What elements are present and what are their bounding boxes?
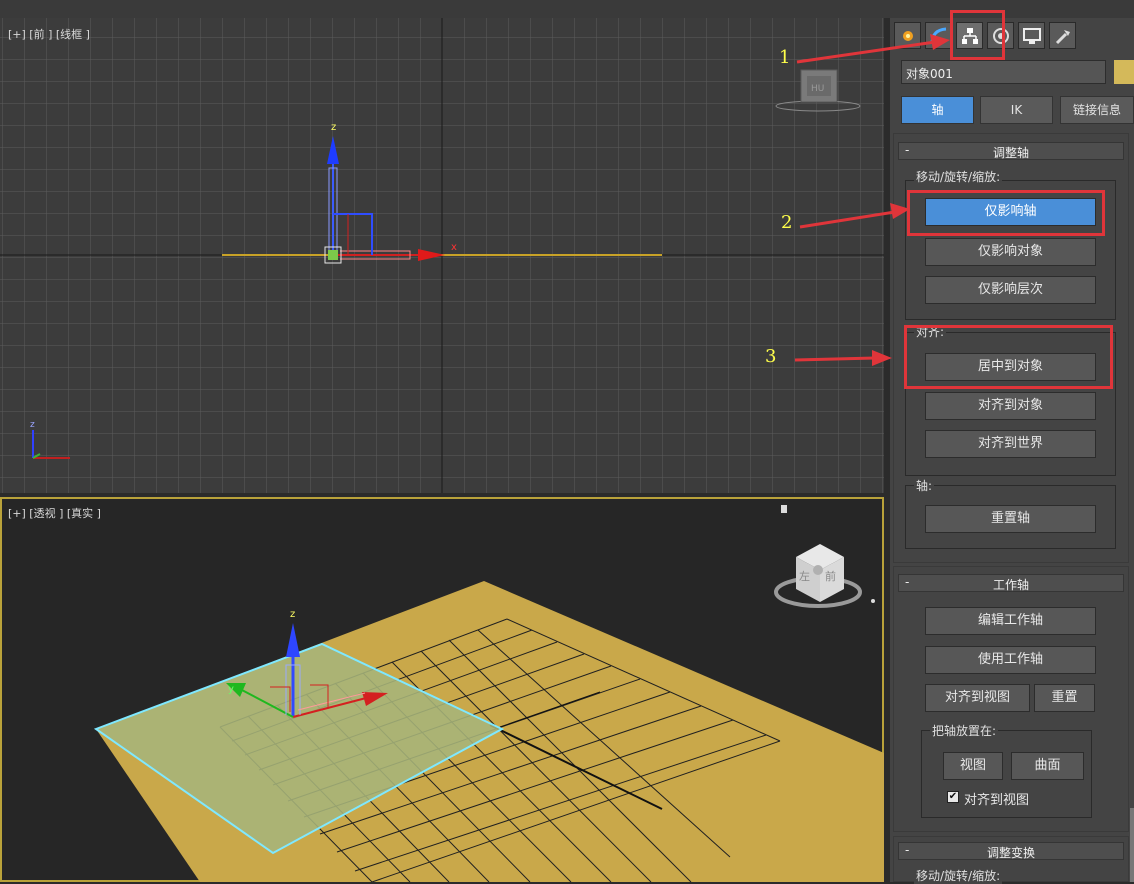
annotation-number-3: 3 (765, 346, 777, 367)
annotation-number-1: 1 (779, 47, 791, 68)
annotation-number-2: 2 (781, 212, 793, 233)
annotation-arrows (794, 34, 950, 366)
